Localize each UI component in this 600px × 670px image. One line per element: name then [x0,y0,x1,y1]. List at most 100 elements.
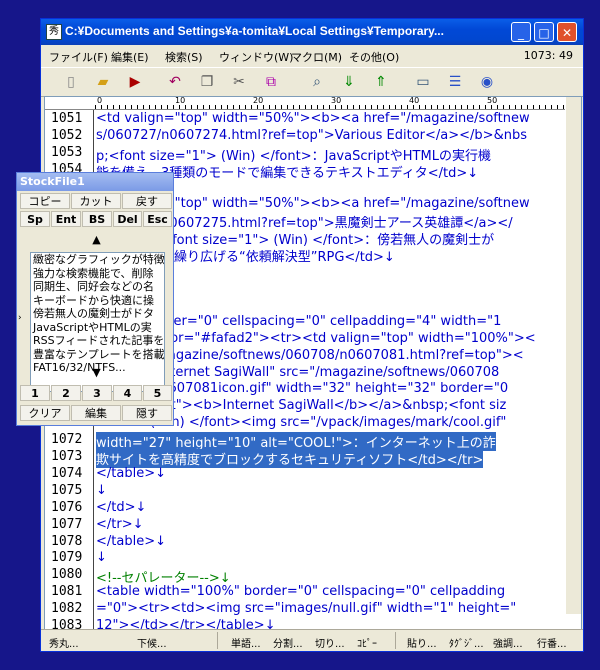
text-line[interactable]: 1078 </table>↓ [45,534,581,551]
stockfile-title-bar[interactable]: StockFile1 [17,173,173,191]
title-bar[interactable]: 秀 C:¥Documents and Settings¥a-tomita¥Loc… [41,19,583,45]
list-item[interactable]: JavaScriptやHTMLの実 [31,321,164,335]
status-highlight[interactable]: 強調... [493,635,523,650]
stock-slot-3[interactable]: 3 [82,385,112,401]
line-number: 1072 [51,432,83,448]
split-window-icon[interactable]: ☰ [445,72,465,92]
text-line[interactable]: 1073 欺サイトを高精度でブロックするセキュリティソフト</td></tr> [45,449,581,468]
status-copy[interactable]: ｺﾋﾟｰ [357,635,377,650]
stockfile-title: StockFile1 [20,175,85,188]
status-hidemaru[interactable]: 秀丸... [49,635,79,650]
undo-icon[interactable]: ↶ [165,72,185,92]
menu-macro[interactable]: マクロ(M) [291,49,342,65]
menu-other[interactable]: その他(O) [349,49,399,65]
list-item[interactable]: キーボードから快適に操 [31,294,164,308]
stock-cut-button[interactable]: カット [71,193,121,209]
stock-slot-2[interactable]: 2 [51,385,81,401]
list-item[interactable]: 同期生、同好会などの名 [31,280,164,294]
stock-down-arrow-icon[interactable]: ▼ [30,365,163,381]
toolbar: ▯ ▰ ▶ ↶ ❐ ✂ ⧉ ⌕ ⇓ ⇑ ▭ ☰ ◉ [41,67,583,97]
line-text: ↓ [96,482,107,498]
line-number: 1078 [51,533,83,549]
line-text: </table>↓ [96,533,166,549]
grep-icon[interactable]: ▭ [413,72,433,92]
text-line[interactable]: 1081 <table width="100%" border="0" cells… [45,584,581,601]
save-icon[interactable]: ▶ [125,72,145,92]
find-prev-icon[interactable]: ⇑ [371,72,391,92]
open-folder-icon[interactable]: ▰ [93,72,113,92]
paste-icon[interactable]: ⧉ [261,72,281,92]
stock-copy-button[interactable]: コピー [20,193,70,209]
stock-bs-button[interactable]: BS [82,211,112,227]
minimize-button[interactable]: _ [511,22,531,42]
copy-icon[interactable]: ❐ [197,72,217,92]
line-number: 1080 [51,567,83,583]
line-text: <td valign="top" width="50%"><b><a href=… [96,111,530,126]
menu-edit[interactable]: 編集(E) [111,49,149,65]
stockfile-panel: StockFile1 コピー カット 戻す Sp Ent BS Del Esc … [16,172,174,426]
text-line[interactable]: 1074 </table>↓ [45,466,581,483]
status-split[interactable]: 分割... [273,635,303,650]
stock-up-arrow-icon[interactable]: ▲ [30,232,163,248]
status-candidate[interactable]: 下候... [137,635,167,650]
menu-search[interactable]: 検索(S) [165,49,203,65]
maximize-button[interactable]: □ [534,22,554,42]
list-item[interactable]: 緻密なグラフィックが特徴 [31,253,164,267]
close-button[interactable]: ✕ [557,22,577,42]
stock-edit-button[interactable]: 編集 [71,405,121,421]
stock-clear-button[interactable]: クリア [20,405,70,421]
status-word[interactable]: 単語... [231,635,261,650]
text-line[interactable]: 1082 ="0"><tr><td><img src="images/null.g… [45,601,581,618]
line-text: </table>↓ [96,465,166,481]
status-separator [217,632,218,649]
stock-slot-4[interactable]: 4 [113,385,142,401]
text-line[interactable]: 1080 <!--セパレーター-->↓ [45,567,581,586]
app-icon[interactable]: 秀 [46,24,62,40]
stock-ent-button[interactable]: Ent [51,211,81,227]
new-file-icon[interactable]: ▯ [61,72,81,92]
text-line[interactable]: 1075 ↓ [45,483,581,500]
text-line[interactable]: 1077 </tr>↓ [45,517,581,534]
menu-file[interactable]: ファイル(F) [49,49,108,65]
text-line[interactable]: 1053 p;<font size="1"> (Win) </font>：Java… [45,145,581,164]
status-paste[interactable]: 貼り... [407,635,437,650]
list-item[interactable]: RSSフィードされた記事を [31,334,164,348]
text-line[interactable]: 1079 ↓ [45,550,581,567]
line-text: </td>↓ [96,499,147,515]
line-text: ↓ [96,550,107,566]
text-line[interactable]: 1076 </td>↓ [45,500,581,517]
text-line[interactable]: 1052 s/060727/n0607274.html?ref=top">Vari… [45,128,581,145]
find-next-icon[interactable]: ⇓ [339,72,359,92]
line-text: s/060727/n0607274.html?ref=top">Various … [96,127,527,143]
stock-undo-button[interactable]: 戻す [122,193,172,209]
vertical-scrollbar[interactable] [566,97,581,614]
cut-icon[interactable]: ✂ [229,72,249,92]
line-number: 1082 [51,601,83,617]
status-separator [395,632,396,649]
line-number: 1081 [51,584,83,600]
stock-left-arrow-icon[interactable]: › [18,313,22,323]
line-number: 1073 [51,449,83,464]
line-number: 1051 [51,111,83,126]
ruler-mark: 40 [409,96,420,105]
menu-window[interactable]: ウィンドウ(W) [219,49,293,65]
status-linenum[interactable]: 行番... [537,635,567,650]
find-icon[interactable]: ⌕ [307,72,327,92]
stock-hide-button[interactable]: 隠す [122,405,172,421]
text-line[interactable]: 1051 <td valign="top" width="50%"><b><a h… [45,111,581,128]
status-cut[interactable]: 切り... [315,635,345,650]
line-number: 1075 [51,482,83,498]
stock-slot-1[interactable]: 1 [20,385,50,401]
stock-esc-button[interactable]: Esc [143,211,172,227]
stock-sp-button[interactable]: Sp [20,211,50,227]
stock-slot-5[interactable]: 5 [143,385,172,401]
status-tagjump[interactable]: ﾀｸﾞｼﾞ... [449,635,484,650]
help-icon[interactable]: ◉ [477,72,497,92]
list-item[interactable]: 強力な検索機能で、削除 [31,267,164,281]
text-line[interactable]: 1072 width="27" height="10" alt="COOL!">… [45,432,581,452]
list-item[interactable]: 豊富なテンプレートを搭載 [31,348,164,362]
line-number: 1074 [51,465,83,481]
stock-del-button[interactable]: Del [113,211,142,227]
list-item[interactable]: 傍若無人の魔剣士がドタ [31,307,164,321]
window-title: C:¥Documents and Settings¥a-tomita¥Local… [65,24,444,38]
